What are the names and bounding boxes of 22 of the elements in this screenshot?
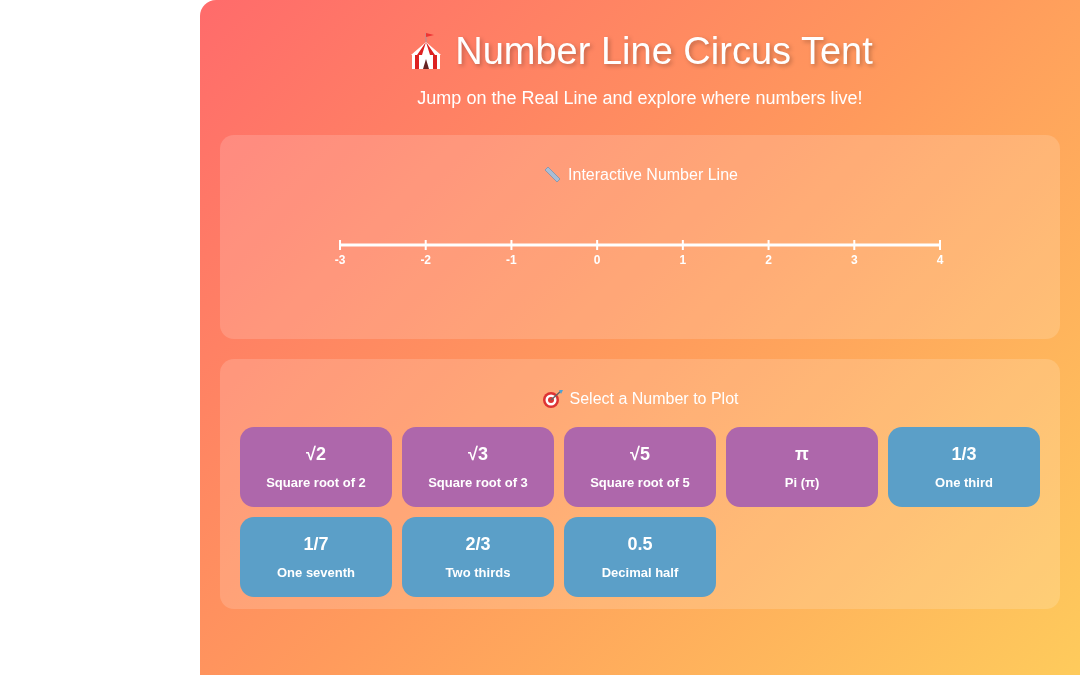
page-subtitle: Jump on the Real Line and explore where numbers live! — [416, 88, 864, 109]
tick-label: 4 — [936, 253, 944, 267]
target-icon — [541, 389, 564, 409]
number-card[interactable]: 0.5 Decimal half — [564, 517, 716, 597]
number-card[interactable]: 2/3 Two thirds — [402, 517, 554, 597]
tick-label: -3 — [334, 253, 346, 267]
tick-label: 3 — [850, 253, 858, 267]
tick-label: 1 — [679, 253, 687, 267]
ruler-icon — [542, 165, 563, 185]
tick-label: -2 — [420, 253, 432, 267]
number-card[interactable]: √2 Square root of 2 — [240, 427, 392, 507]
number-card[interactable]: π Pi (π) — [726, 427, 878, 507]
panel-heading: Interactive Number Line — [568, 166, 738, 184]
number-card[interactable]: 1/3 One third — [888, 427, 1040, 507]
tick-label: 0 — [593, 253, 601, 267]
number-card[interactable]: √3 Square root of 3 — [402, 427, 554, 507]
tick-label: 2 — [765, 253, 772, 267]
number-card[interactable]: 1/7 One seventh — [240, 517, 392, 597]
number-card[interactable]: √5 Square root of 5 — [564, 427, 716, 507]
tick-label: -1 — [506, 253, 517, 267]
panel-heading: Select a Number to Plot — [569, 390, 739, 408]
page-title: Number Line Circus Tent — [455, 29, 873, 73]
